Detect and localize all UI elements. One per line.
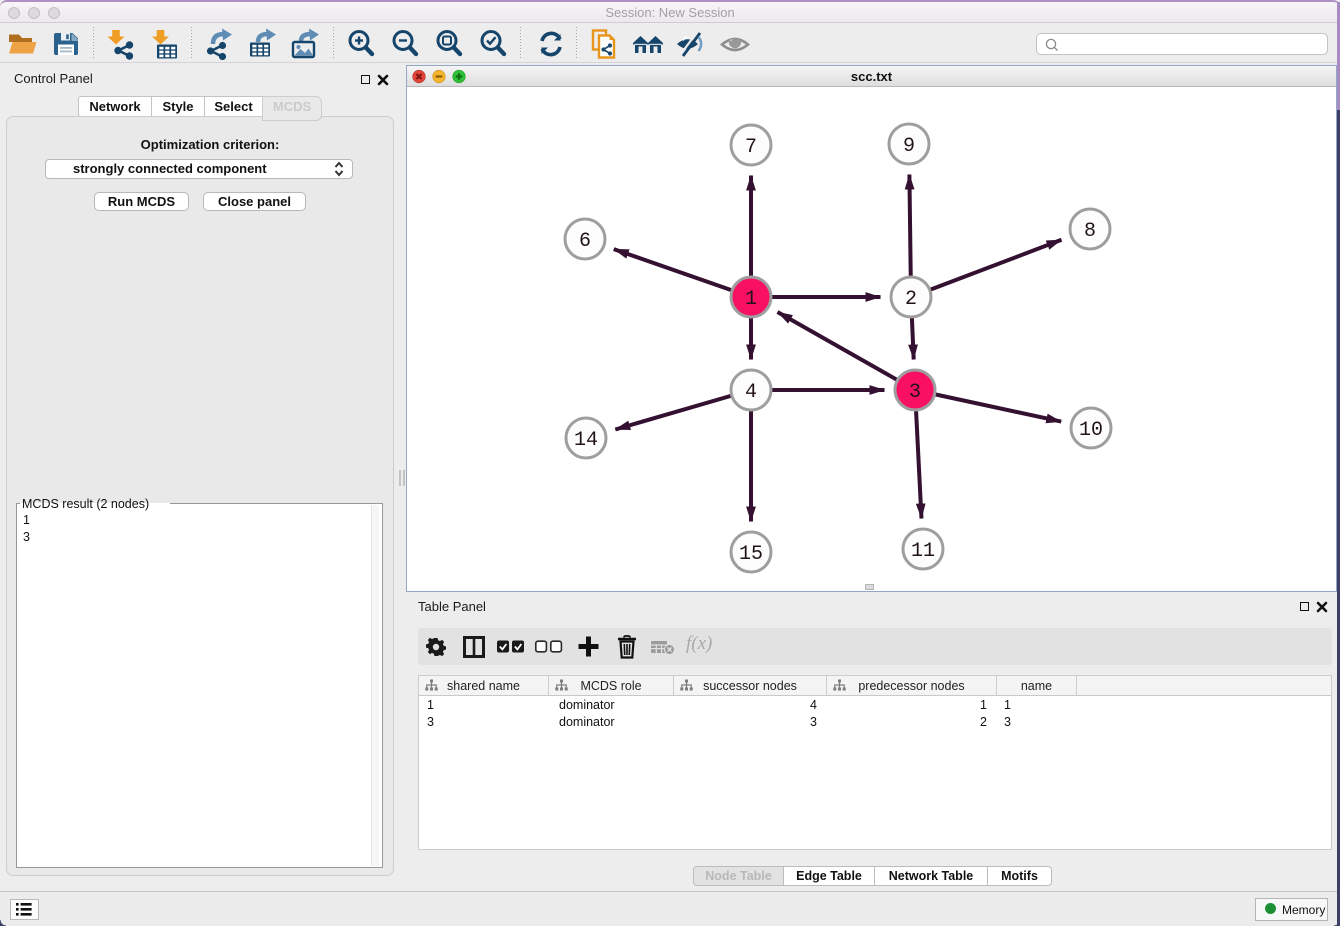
svg-text:6: 6 [579, 230, 591, 253]
svg-text:14: 14 [574, 429, 598, 452]
svg-text:1: 1 [745, 288, 757, 311]
svg-text:9: 9 [903, 135, 915, 158]
svg-text:8: 8 [1084, 220, 1096, 243]
svg-text:2: 2 [905, 288, 917, 311]
svg-text:10: 10 [1079, 419, 1103, 442]
svg-text:15: 15 [739, 543, 763, 566]
svg-text:3: 3 [909, 381, 921, 404]
svg-text:11: 11 [911, 540, 935, 563]
svg-text:4: 4 [745, 381, 757, 404]
svg-text:7: 7 [745, 136, 757, 159]
